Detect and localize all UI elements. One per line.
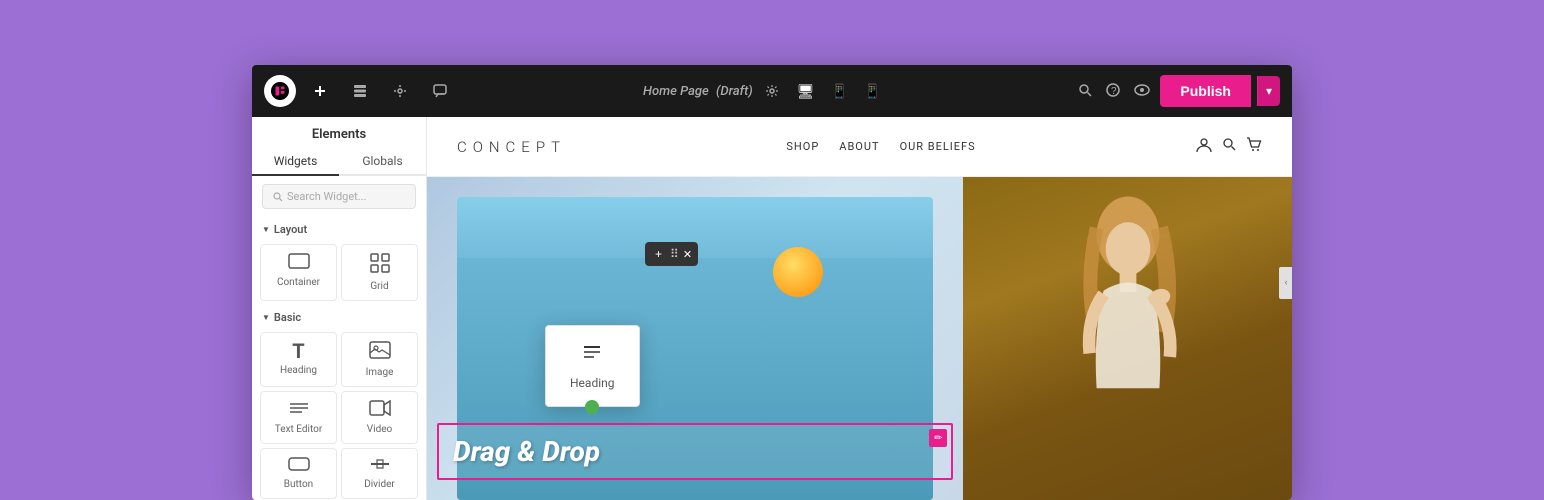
heading-icon: T [292,341,304,361]
dragging-widget-icon [580,342,604,372]
desktop-button[interactable]: 🖥 [791,79,821,104]
grid-label: Grid [370,281,388,292]
tab-globals[interactable]: Globals [339,148,426,174]
hero-right-photo [963,177,1292,500]
container-label: Container [277,277,320,288]
account-icon[interactable] [1196,137,1212,157]
topbar-right: ? Publish ▾ [1074,75,1280,107]
close-section-button[interactable]: ✕ [683,248,692,261]
publish-button[interactable]: Publish [1160,75,1251,107]
layers-button[interactable] [344,75,376,107]
widget-text-editor[interactable]: Text Editor [260,391,337,444]
widget-search[interactable]: Search Widget... [262,184,416,209]
widget-grid[interactable]: Grid [341,244,418,301]
mobile-button[interactable]: 📱 [858,79,887,104]
search-nav-icon[interactable] [1222,137,1236,157]
panel-tabs: Widgets Globals [252,148,426,176]
panel-title: Elements [252,117,426,148]
left-panel: Elements Widgets Globals Search Widget..… [252,117,427,500]
image-icon [369,341,391,363]
widget-video[interactable]: Video [341,391,418,444]
widget-container[interactable]: Container [260,244,337,301]
button-label: Button [284,479,313,490]
cart-icon[interactable] [1246,137,1262,157]
woman-figure [1048,193,1208,500]
tab-widgets[interactable]: Widgets [252,148,339,176]
text-editor-label: Text Editor [275,424,322,435]
page-nav: CONCEPT SHOP ABOUT OUR BELIEFS [427,117,1292,177]
heading-label: Heading [280,365,317,376]
add-section-button[interactable]: + [651,245,666,263]
nav-link-about[interactable]: ABOUT [839,140,879,153]
button-icon [288,457,310,475]
hero-right [963,177,1292,500]
topbar-center: Home Page (Draft) 🖥 📱 📱 [464,79,1066,104]
help-button[interactable]: ? [1102,79,1124,104]
elementor-logo[interactable] [264,75,296,107]
search-button[interactable] [1074,79,1096,104]
eye-button[interactable] [1130,79,1154,103]
text-editor-icon [288,400,310,420]
add-element-button[interactable] [304,75,336,107]
tablet-button[interactable]: 📱 [824,79,853,104]
basic-widgets: T Heading Image Text Editor [252,328,426,500]
panel-collapse-arrow[interactable]: ‹ [1279,267,1292,299]
container-icon [288,253,310,273]
page-settings-button[interactable] [765,84,779,98]
widget-divider[interactable]: Divider [341,448,418,499]
orange-fruit [773,247,823,297]
edit-icon[interactable]: ✏ [929,429,947,447]
video-label: Video [367,424,392,435]
page-logo: CONCEPT [457,138,566,156]
divider-icon [369,457,391,475]
widget-button[interactable]: Button [260,448,337,499]
dragging-widget[interactable]: Heading [545,325,640,407]
page-nav-links: SHOP ABOUT OUR BELIEFS [786,140,975,153]
page-title: Home Page (Draft) [643,84,753,99]
layout-widgets: Container Grid [252,240,426,305]
basic-section-title: Basic [252,305,426,328]
divider-label: Divider [364,479,395,490]
drag-drop-overlay[interactable]: Drag & Drop ✏ [437,423,953,480]
svg-text:?: ? [1111,86,1117,97]
floating-toolbar: + ⠿ ✕ [645,242,698,266]
editor-body: Elements Widgets Globals Search Widget..… [252,117,1292,500]
search-placeholder: Search Widget... [287,190,366,203]
grid-icon [370,253,390,277]
topbar: Home Page (Draft) 🖥 📱 📱 ? Publish [252,65,1292,117]
nav-link-shop[interactable]: SHOP [786,140,819,153]
drag-cursor [585,400,599,414]
layout-section-title: Layout [252,217,426,240]
dragging-widget-label: Heading [570,376,615,390]
page-content: Drag & Drop ✏ + ⠿ ✕ Heading [427,177,1292,500]
widget-image[interactable]: Image [341,332,418,387]
editor-window: Home Page (Draft) 🖥 📱 📱 ? Publish [252,65,1292,500]
hero-left: Drag & Drop ✏ + ⠿ ✕ Heading [427,177,963,500]
page-title-text: Home Page [643,84,709,99]
settings-button[interactable] [384,75,416,107]
widget-heading[interactable]: T Heading [260,332,337,387]
comments-button[interactable] [424,75,456,107]
publish-dropdown-button[interactable]: ▾ [1257,76,1280,106]
draft-label: (Draft) [716,84,753,99]
nav-link-beliefs[interactable]: OUR BELIEFS [900,140,976,153]
canvas-area: CONCEPT SHOP ABOUT OUR BELIEFS [427,117,1292,500]
image-label: Image [366,367,394,378]
page-nav-icons [1196,137,1262,157]
video-icon [369,400,391,420]
device-buttons: 🖥 📱 📱 [791,79,888,104]
grid-icon-toolbar: ⠿ [670,247,679,261]
drag-drop-text: Drag & Drop [453,435,600,468]
